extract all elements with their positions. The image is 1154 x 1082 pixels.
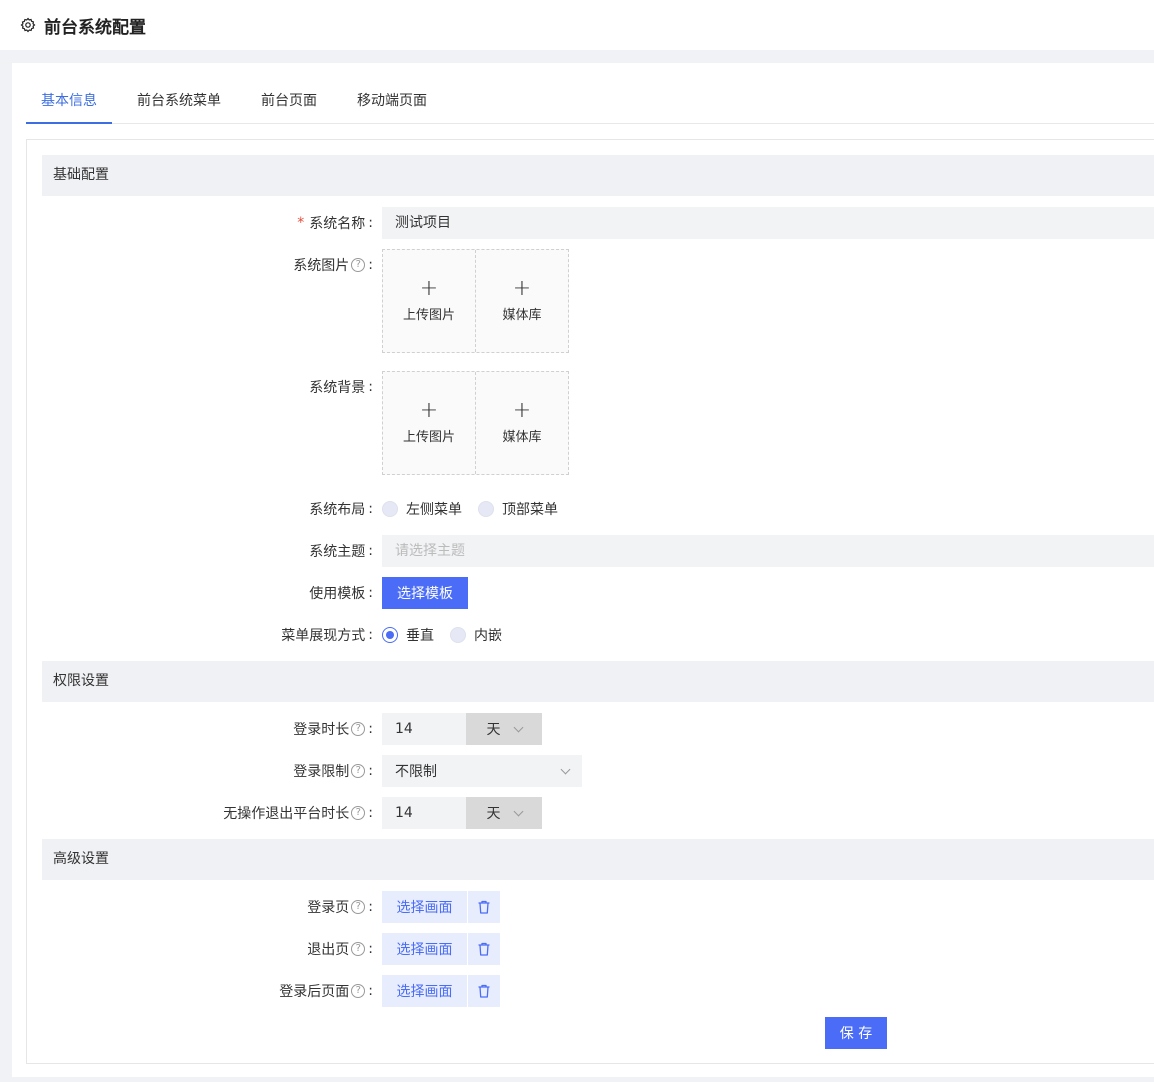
trash-icon[interactable] — [467, 975, 500, 1007]
system-name-input[interactable]: 测试项目 — [382, 207, 1154, 239]
radio-top-menu[interactable]: 顶部菜单 — [478, 499, 558, 519]
upload-image-button[interactable]: + 上传图片 — [383, 250, 475, 352]
trash-icon[interactable] — [467, 933, 500, 965]
login-duration-field: 14 天 — [382, 713, 542, 745]
help-icon[interactable]: ? — [351, 722, 366, 736]
tab-basic-info[interactable]: 基本信息 — [26, 81, 112, 124]
menu-mode-label: 菜单展现方式: — [281, 627, 373, 644]
login-duration-input[interactable]: 14 — [382, 713, 466, 745]
system-background-upload: + 上传图片 + 媒体库 — [382, 371, 569, 475]
idle-timeout-label: 无操作退出平台时长?: — [223, 805, 373, 822]
section-permission: 权限设置 — [42, 661, 1154, 702]
media-library-button[interactable]: + 媒体库 — [475, 250, 568, 352]
layout-radio-group: 左侧菜单 顶部菜单 — [382, 493, 574, 525]
login-duration-label: 登录时长?: — [293, 721, 373, 738]
section-advanced: 高级设置 — [42, 839, 1154, 880]
section-basic-config: 基础配置 — [42, 155, 1154, 196]
logout-page-label: 退出页?: — [307, 941, 373, 958]
select-screen-button[interactable]: 选择画面 — [382, 891, 467, 923]
tab-bar: 基本信息 前台系统菜单 前台页面 移动端页面 — [26, 81, 1154, 124]
form-panel: 基础配置 * 系统名称: 测试项目 系统图片?: + 上传图片 + 媒体库 系统背… — [26, 139, 1154, 1064]
help-icon[interactable]: ? — [351, 806, 366, 820]
page-title: 前台系统配置 — [44, 17, 146, 38]
system-theme-label: 系统主题: — [309, 543, 373, 560]
login-page-picker: 选择画面 — [382, 891, 500, 923]
chevron-down-icon — [513, 722, 523, 732]
template-label: 使用模板: — [309, 585, 373, 602]
main-card: 基本信息 前台系统菜单 前台页面 移动端页面 基础配置 * 系统名称: 测试项目 … — [12, 63, 1154, 1077]
radio-left-menu[interactable]: 左侧菜单 — [382, 499, 462, 519]
system-image-upload: + 上传图片 + 媒体库 — [382, 249, 569, 353]
after-login-page-label: 登录后页面?: — [279, 983, 373, 1000]
select-screen-button[interactable]: 选择画面 — [382, 933, 467, 965]
plus-icon: + — [512, 397, 532, 423]
plus-icon: + — [419, 397, 439, 423]
login-page-label: 登录页?: — [307, 899, 373, 916]
idle-timeout-input[interactable]: 14 — [382, 797, 466, 829]
theme-select[interactable]: 请选择主题 — [382, 535, 1154, 567]
top-bar: 前台系统配置 — [0, 0, 1154, 50]
plus-icon: + — [512, 275, 532, 301]
after-login-page-picker: 选择画面 — [382, 975, 500, 1007]
system-layout-label: 系统布局: — [309, 501, 373, 518]
help-icon[interactable]: ? — [351, 900, 366, 914]
select-screen-button[interactable]: 选择画面 — [382, 975, 467, 1007]
help-icon[interactable]: ? — [351, 258, 366, 272]
menu-mode-radio-group: 垂直 内嵌 — [382, 619, 518, 651]
chevron-down-icon — [560, 764, 571, 774]
logout-page-picker: 选择画面 — [382, 933, 500, 965]
trash-icon[interactable] — [467, 891, 500, 923]
tab-frontend-menu[interactable]: 前台系统菜单 — [137, 81, 221, 124]
save-button[interactable]: 保 存 — [825, 1017, 887, 1049]
system-image-label: 系统图片?: — [293, 257, 373, 274]
upload-image-button[interactable]: + 上传图片 — [383, 372, 475, 474]
system-background-label: 系统背景: — [309, 379, 373, 396]
idle-timeout-field: 14 天 — [382, 797, 542, 829]
media-library-button[interactable]: + 媒体库 — [475, 372, 568, 474]
help-icon[interactable]: ? — [351, 942, 366, 956]
gear-icon — [20, 17, 36, 33]
login-limit-select[interactable]: 不限制 — [382, 755, 582, 787]
login-duration-unit-select[interactable]: 天 — [466, 713, 542, 745]
help-icon[interactable]: ? — [351, 984, 366, 998]
help-icon[interactable]: ? — [351, 764, 366, 778]
system-name-label: * 系统名称: — [297, 215, 373, 232]
select-template-button[interactable]: 选择模板 — [382, 577, 468, 609]
plus-icon: + — [419, 275, 439, 301]
idle-timeout-unit-select[interactable]: 天 — [466, 797, 542, 829]
radio-inline[interactable]: 内嵌 — [450, 625, 502, 645]
tab-frontend-pages[interactable]: 前台页面 — [261, 81, 317, 124]
chevron-down-icon — [513, 806, 523, 816]
tab-mobile-pages[interactable]: 移动端页面 — [357, 81, 427, 124]
login-limit-label: 登录限制?: — [293, 763, 373, 780]
radio-vertical[interactable]: 垂直 — [382, 625, 434, 645]
